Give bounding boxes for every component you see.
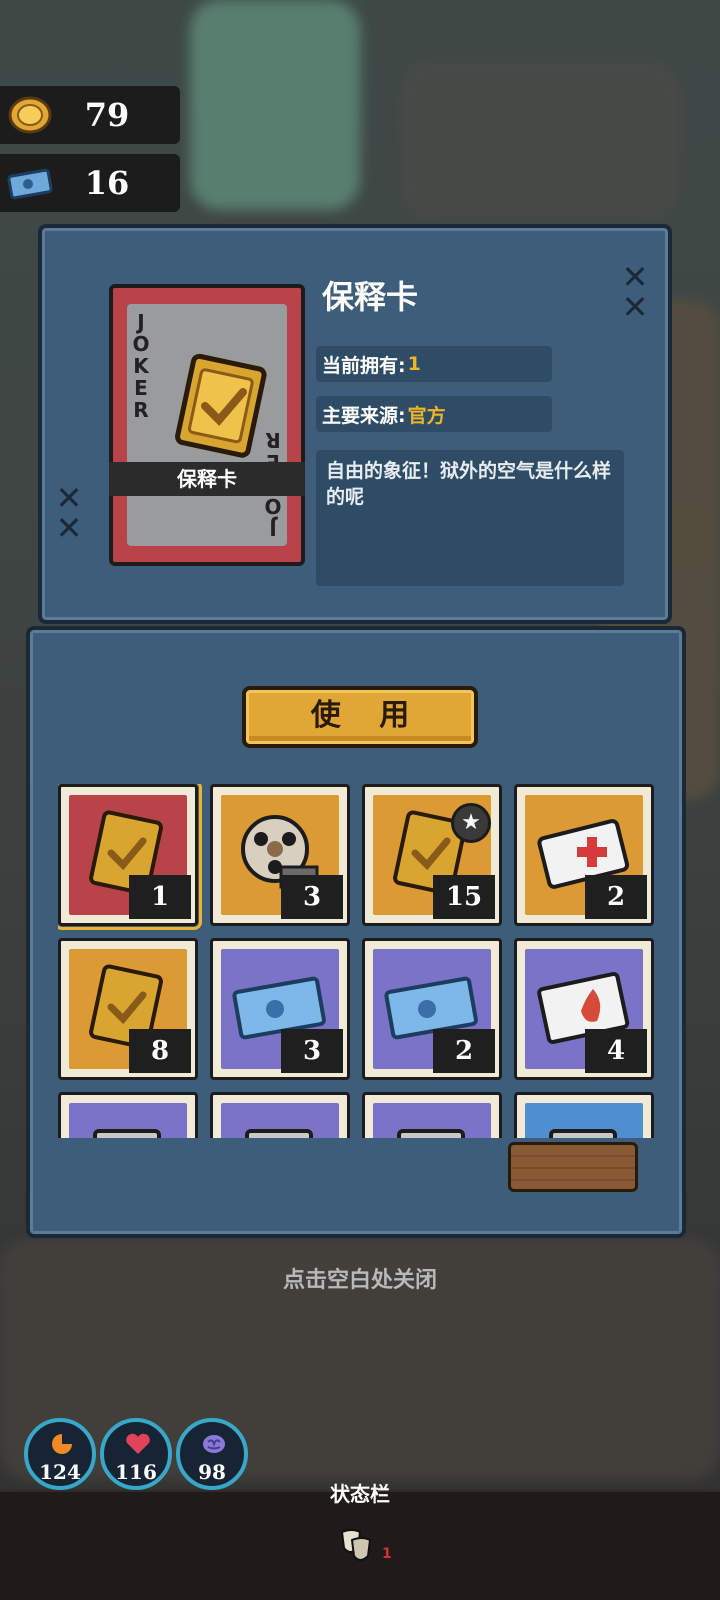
food-icon <box>52 1434 72 1454</box>
inventory-grid[interactable]: 1 3 ★ 15 2 8 3 2 4 <box>58 784 662 1138</box>
inventory-slot[interactable] <box>514 1092 654 1138</box>
decor-x-icon: ✕ ✕ <box>55 479 83 547</box>
wooden-sign <box>508 1142 638 1192</box>
item-detail-panel: ✕✕ ✕✕ JOKER JOKER 保释卡 保释卡 当前拥有: 1 主要来源: … <box>38 224 672 624</box>
brain-icon <box>203 1435 225 1453</box>
card-corner-text: JOKER <box>129 310 153 420</box>
slot-count: 2 <box>585 875 647 919</box>
close-x-icon[interactable]: ✕ ✕ <box>620 261 650 323</box>
slot-count: 15 <box>433 875 495 919</box>
slot-count: 8 <box>129 1029 191 1073</box>
bail-card-art-icon <box>175 353 267 458</box>
inventory-slot[interactable] <box>58 1092 198 1138</box>
status-bar-title: 状态栏 <box>330 1482 390 1506</box>
inventory-slot[interactable]: 1 <box>58 784 202 930</box>
inventory-slot[interactable]: 4 <box>514 938 654 1080</box>
theater-mask-icon[interactable] <box>336 1526 376 1566</box>
bottle-icon <box>93 1129 161 1138</box>
inventory-slot[interactable]: ★ 15 <box>362 784 502 926</box>
cards-icon <box>245 1129 313 1138</box>
item-description: 自由的象征！狱外的空气是什么样的呢 <box>316 450 624 586</box>
inventory-slot[interactable]: 8 <box>58 938 198 1080</box>
close-hint[interactable]: 点击空白处关闭 <box>0 1262 720 1294</box>
slot-count: 4 <box>585 1029 647 1073</box>
slot-count: 2 <box>433 1029 495 1073</box>
inventory-slot[interactable]: 3 <box>210 784 350 926</box>
source-label: 主要来源: <box>322 404 406 427</box>
inventory-slot[interactable] <box>362 1092 502 1138</box>
source-value: 官方 <box>407 404 446 427</box>
use-button[interactable]: 使 用 <box>242 686 478 748</box>
inventory-slot[interactable]: 2 <box>514 784 654 926</box>
star-badge-icon: ★ <box>451 803 491 843</box>
status-bar: 状态栏 1 <box>0 1482 720 1600</box>
ticket-value: 16 <box>84 164 130 202</box>
heart-icon <box>126 1433 150 1454</box>
item-card: JOKER JOKER 保释卡 <box>109 284 305 566</box>
coin-counter: 79 <box>0 86 180 144</box>
blue-ticket-icon <box>7 168 53 200</box>
owned-row: 当前拥有: 1 <box>316 346 552 382</box>
card-face: JOKER JOKER <box>127 304 287 546</box>
ticket-counter: 16 <box>0 154 180 212</box>
inventory-slot[interactable]: 3 <box>210 938 350 1080</box>
inventory-slot[interactable]: 2 <box>362 938 502 1080</box>
item-title: 保释卡 <box>322 278 419 316</box>
owned-label: 当前拥有: <box>322 354 406 377</box>
slot-count: 3 <box>281 875 343 919</box>
slot-count: 1 <box>129 875 191 919</box>
bread-icon <box>397 1129 465 1138</box>
slot-count: 3 <box>281 1029 343 1073</box>
gold-coin-icon <box>8 96 52 134</box>
mask-count: 1 <box>382 1546 392 1562</box>
coin-value: 79 <box>84 96 130 134</box>
card-name-ribbon: 保释卡 <box>109 462 305 496</box>
owned-value: 1 <box>407 353 421 375</box>
inventory-slot[interactable] <box>210 1092 350 1138</box>
dark-card-icon <box>549 1129 617 1138</box>
source-row: 主要来源: 官方 <box>316 396 552 432</box>
inventory-panel: 使 用 1 3 ★ 15 2 8 3 2 4 <box>26 626 686 1238</box>
